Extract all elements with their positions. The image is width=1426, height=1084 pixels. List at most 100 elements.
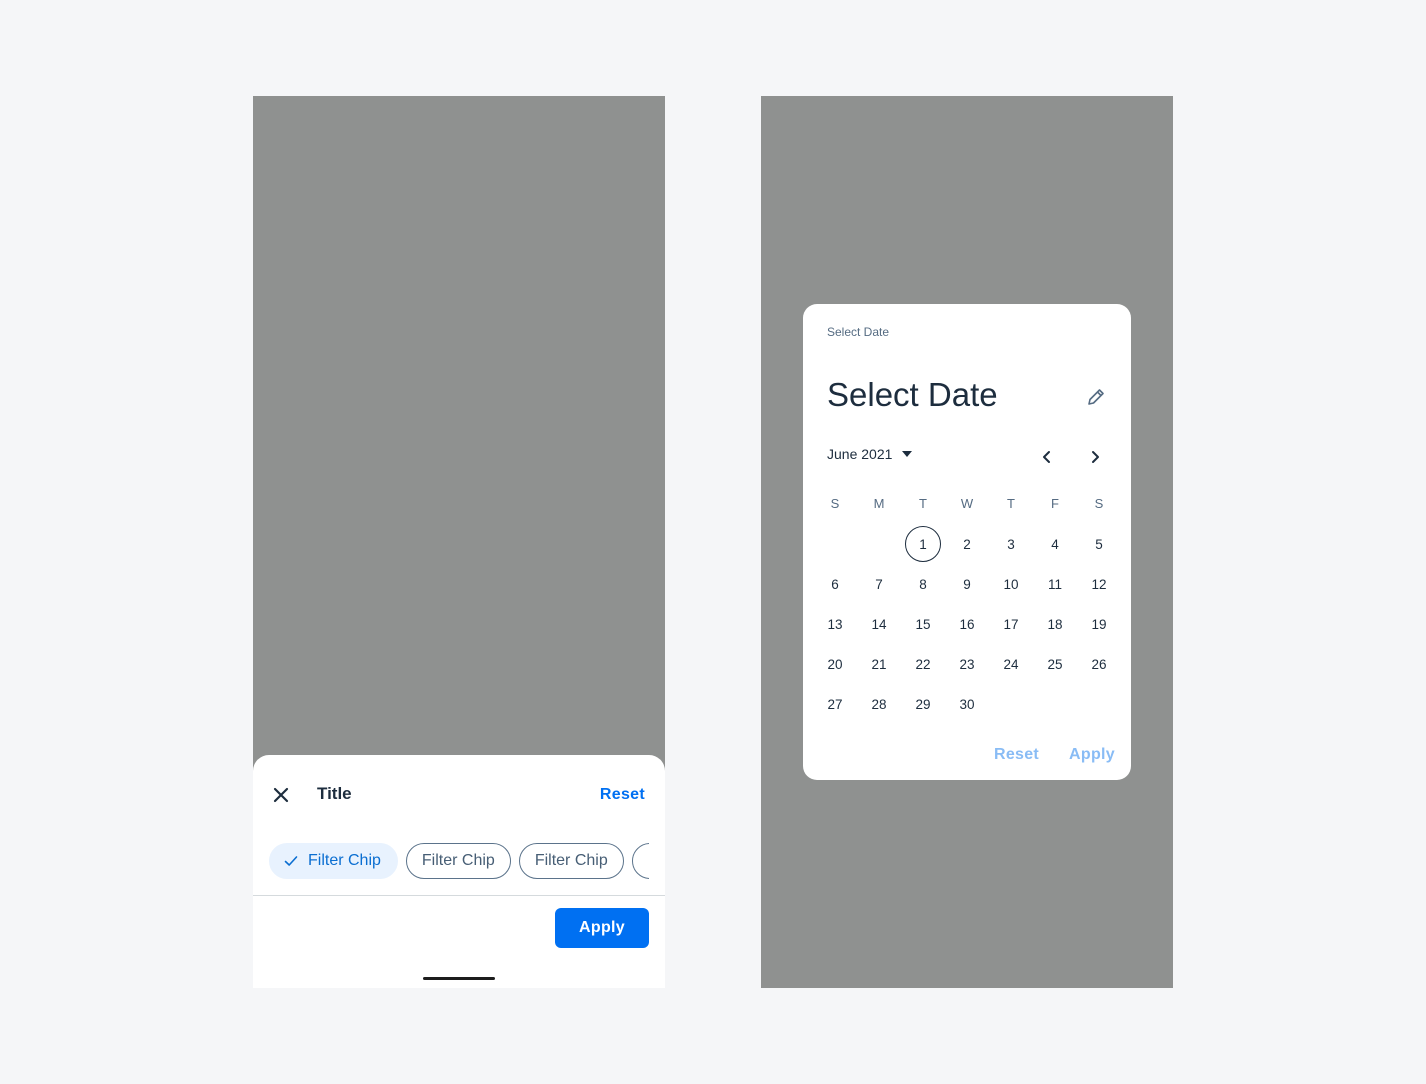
calendar-day[interactable]: 13 [813, 604, 857, 644]
next-month-button[interactable] [1085, 447, 1105, 467]
day-number: 14 [871, 616, 887, 632]
day-number: 4 [1051, 536, 1059, 552]
filter-chip[interactable]: Filter Chip [518, 843, 624, 879]
edit-input-mode-button[interactable] [1085, 386, 1107, 408]
day-number: 21 [871, 656, 887, 672]
calendar-day[interactable]: 2 [945, 524, 989, 564]
calendar-day[interactable]: 26 [1077, 644, 1121, 684]
weekday-label: F [1051, 496, 1059, 511]
day-number: 1 [905, 526, 941, 562]
calendar-day[interactable]: 30 [945, 684, 989, 724]
divider [253, 895, 665, 896]
day-number: 11 [1047, 576, 1062, 592]
calendar-day[interactable]: 10 [989, 564, 1033, 604]
calendar-day[interactable]: 27 [813, 684, 857, 724]
calendar-day[interactable]: 16 [945, 604, 989, 644]
calendar-day[interactable]: 11 [1033, 564, 1077, 604]
calendar-day[interactable]: 9 [945, 564, 989, 604]
day-number: 18 [1047, 616, 1063, 632]
empty-day-placeholder [817, 526, 853, 562]
day-number: 28 [871, 696, 887, 712]
day-number: 27 [827, 696, 843, 712]
dialog-caption: Select Date [827, 325, 890, 339]
dialog-apply-button[interactable]: Apply [1069, 746, 1115, 764]
empty-day-cell [1033, 684, 1077, 724]
calendar-day[interactable]: 4 [1033, 524, 1077, 564]
calendar-day[interactable]: 17 [989, 604, 1033, 644]
calendar-day[interactable]: 18 [1033, 604, 1077, 644]
calendar-week-row: 1 2 3 4 5 [813, 524, 1121, 564]
calendar-week-row: 20 21 22 23 24 25 26 [813, 644, 1121, 684]
previous-month-button[interactable] [1037, 447, 1057, 467]
chip-label: Filter Chip [648, 852, 649, 870]
calendar-day[interactable]: 21 [857, 644, 901, 684]
dialog-reset-button[interactable]: Reset [994, 746, 1039, 764]
day-number: 2 [963, 536, 971, 552]
calendar-day[interactable]: 28 [857, 684, 901, 724]
empty-day-cell [989, 684, 1033, 724]
day-number: 13 [827, 616, 843, 632]
day-number: 25 [1047, 656, 1063, 672]
empty-day-placeholder [1081, 686, 1117, 722]
calendar-day[interactable]: 29 [901, 684, 945, 724]
calendar-day[interactable]: 6 [813, 564, 857, 604]
day-number: 8 [919, 576, 927, 592]
calendar-day[interactable]: 12 [1077, 564, 1121, 604]
weekday-label: T [919, 496, 927, 511]
calendar-day[interactable]: 8 [901, 564, 945, 604]
day-number: 10 [1003, 576, 1019, 592]
reset-button[interactable]: Reset [600, 786, 645, 804]
filter-chip[interactable]: Filter Chip [631, 843, 649, 879]
calendar-day[interactable]: 22 [901, 644, 945, 684]
close-icon [273, 787, 289, 803]
dialog-title: Select Date [827, 376, 998, 413]
check-icon [284, 856, 298, 866]
calendar-week-row: 27 28 29 30 [813, 684, 1121, 724]
day-number: 17 [1003, 616, 1019, 632]
weekday-label: S [1094, 496, 1104, 511]
day-number: 7 [875, 576, 883, 592]
calendar-day[interactable]: 7 [857, 564, 901, 604]
sheet-title: Title [317, 784, 352, 803]
day-number: 29 [915, 696, 931, 712]
filter-chip-row[interactable]: Filter Chip Filter Chip Filter Chip Filt… [269, 843, 649, 879]
filter-chip-selected[interactable]: Filter Chip [269, 843, 398, 879]
calendar-day[interactable]: 19 [1077, 604, 1121, 644]
calendar-day[interactable]: 20 [813, 644, 857, 684]
day-number: 19 [1091, 616, 1107, 632]
weekday-label: T [1007, 496, 1015, 511]
empty-day-cell [857, 524, 901, 564]
caret-down-icon [902, 451, 913, 457]
calendar-day[interactable]: 14 [857, 604, 901, 644]
day-number: 26 [1091, 656, 1107, 672]
pencil-icon [1088, 389, 1104, 405]
day-number: 9 [963, 576, 971, 592]
calendar-day[interactable]: 5 [1077, 524, 1121, 564]
home-indicator [423, 977, 495, 980]
calendar-day-today[interactable]: 1 [901, 524, 945, 564]
empty-day-cell [1077, 684, 1121, 724]
chip-label: Filter Chip [308, 852, 381, 869]
close-button[interactable] [269, 783, 293, 807]
weekday-label: W [960, 496, 974, 511]
chevron-right-icon [1092, 451, 1099, 463]
empty-day-placeholder [993, 686, 1029, 722]
calendar-day[interactable]: 15 [901, 604, 945, 644]
calendar-day[interactable]: 3 [989, 524, 1033, 564]
calendar-day[interactable]: 24 [989, 644, 1033, 684]
calendar-day[interactable]: 23 [945, 644, 989, 684]
calendar-weeks: 1 2 3 4 5 6 7 8 9 10 11 12 13 14 15 16 17 18 19 20 21 22 23 24 2… [813, 524, 1121, 724]
chip-label: Filter Chip [421, 852, 495, 869]
calendar-day[interactable]: 25 [1033, 644, 1077, 684]
day-number: 5 [1095, 536, 1103, 552]
filter-chip[interactable]: Filter Chip [405, 843, 511, 879]
day-number: 30 [959, 696, 975, 712]
weekday-label: M [873, 496, 885, 511]
apply-button[interactable]: Apply [555, 908, 649, 948]
calendar-week-row: 13 14 15 16 17 18 19 [813, 604, 1121, 644]
empty-day-cell [813, 524, 857, 564]
weekday-header: S M T W T F S [813, 484, 1121, 524]
phone-screen-date-picker: Select Date Select Date June 2021 S M T … [761, 96, 1173, 988]
month-year-dropdown[interactable]: June 2021 [827, 446, 913, 462]
day-number: 24 [1003, 656, 1019, 672]
